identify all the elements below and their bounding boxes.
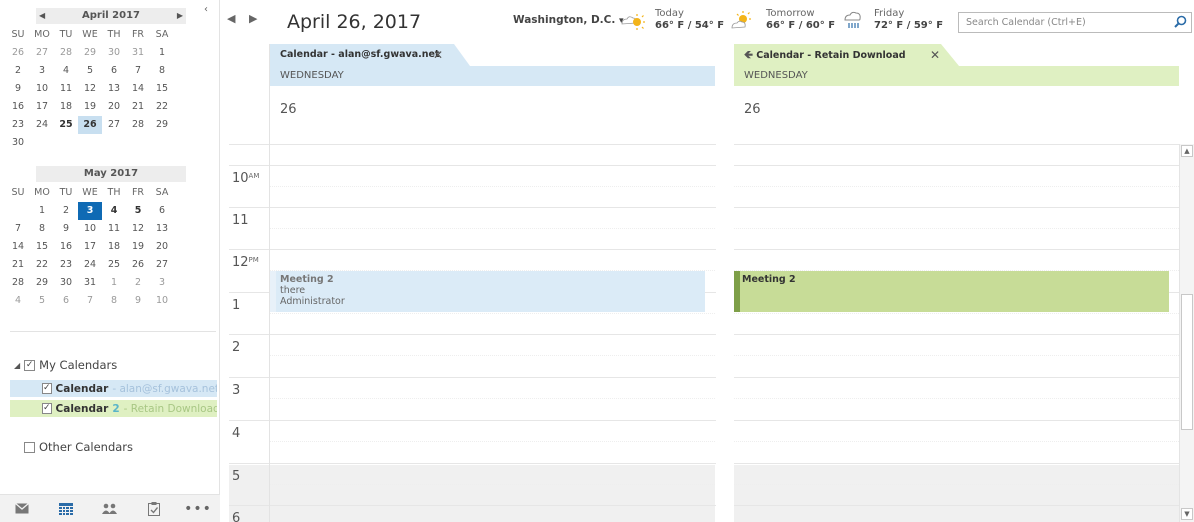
half-hour-line [270, 398, 715, 399]
day-number: 26 [744, 102, 761, 117]
hour-line [734, 420, 1179, 421]
half-hour-line [270, 228, 715, 229]
after-hours-band [229, 465, 716, 522]
hour-line [734, 334, 1179, 335]
half-hour-line [270, 313, 715, 314]
hour-line [229, 249, 716, 250]
time-label: 3 [232, 383, 241, 398]
half-hour-line [734, 186, 1179, 187]
scroll-thumb[interactable] [1181, 294, 1193, 430]
time-label: 5 [232, 469, 241, 484]
calendar-tab-alan[interactable]: Calendar - alan@sf.gwava.net ✕ [270, 44, 715, 66]
time-label: 12PM [232, 255, 259, 270]
hour-line [229, 377, 716, 378]
column-gap [715, 44, 734, 522]
half-hour-line [270, 186, 715, 187]
scroll-down-button[interactable]: ▼ [1181, 508, 1193, 520]
appointment-title: Meeting 2 [280, 274, 334, 285]
half-hour-line [270, 355, 715, 356]
hour-line [229, 463, 716, 464]
hour-line [734, 207, 1179, 208]
overlay-arrow-icon[interactable]: 🡸 [744, 48, 753, 61]
day-view: Calendar - alan@sf.gwava.net ✕ WEDNESDAY… [0, 0, 1194, 522]
appointment-location: there [280, 285, 306, 296]
hour-line [734, 144, 1179, 145]
calendar-tab-retain[interactable]: 🡸 Calendar - Retain Download ✕ [734, 44, 1179, 66]
close-icon[interactable]: ✕ [930, 44, 940, 66]
hour-line [229, 207, 716, 208]
day-number: 26 [280, 102, 297, 117]
hour-line [734, 463, 1179, 464]
scroll-up-button[interactable]: ▲ [1181, 145, 1193, 157]
appointment-organizer: Administrator [280, 296, 345, 307]
appointment-title: Meeting 2 [742, 274, 796, 285]
hour-line [229, 144, 716, 145]
hour-line [229, 420, 716, 421]
hour-line [734, 505, 1179, 506]
half-hour-line [734, 484, 1179, 485]
half-hour-line [270, 484, 715, 485]
hour-line [734, 165, 1179, 166]
appointment-meeting-2[interactable]: Meeting 2 [734, 271, 1169, 312]
tab-title: Calendar - alan@sf.gwava.net [280, 49, 440, 60]
time-label: 11 [232, 213, 249, 228]
outlook-calendar-window: { "mini_april": { "title": "April 2017",… [0, 0, 1194, 522]
half-hour-line [734, 398, 1179, 399]
time-label: 4 [232, 426, 241, 441]
calendar-tab-label: Calendar - alan@sf.gwava.net ✕ [270, 44, 470, 66]
half-hour-line [734, 355, 1179, 356]
appointment-meeting-2[interactable]: Meeting 2 there Administrator [270, 271, 705, 312]
close-icon[interactable]: ✕ [433, 44, 443, 66]
hour-line [734, 249, 1179, 250]
hour-line [229, 505, 716, 506]
hour-line [734, 377, 1179, 378]
half-hour-line [270, 441, 715, 442]
half-hour-line [734, 228, 1179, 229]
half-hour-line [734, 441, 1179, 442]
calendar-tab-label: 🡸 Calendar - Retain Download ✕ [734, 44, 959, 66]
hour-line [229, 334, 716, 335]
time-label: 6 [232, 511, 241, 522]
hour-line [229, 165, 716, 166]
vertical-scrollbar[interactable]: ▲ ▼ [1179, 144, 1194, 522]
weekday-label: WEDNESDAY [744, 70, 808, 81]
weekday-label: WEDNESDAY [280, 70, 344, 81]
tab-title: Calendar - Retain Download [756, 50, 906, 61]
time-label: 2 [232, 340, 241, 355]
after-hours-band [734, 465, 1179, 522]
time-label: 10AM [232, 171, 260, 186]
half-hour-line [734, 313, 1179, 314]
